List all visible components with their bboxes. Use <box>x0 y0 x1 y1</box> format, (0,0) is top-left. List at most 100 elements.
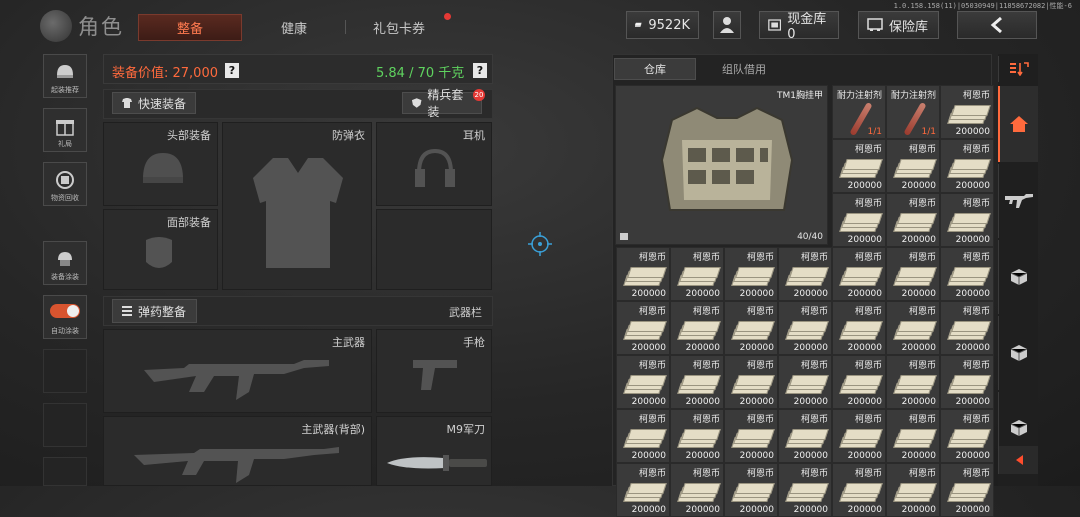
slot-primary-weapon[interactable]: 主武器 <box>103 329 372 413</box>
money-item[interactable]: 柯恩币 200000 <box>778 301 832 355</box>
vest-placeholder-icon <box>253 158 343 268</box>
cash-storage-button[interactable]: 现金库 0 <box>759 11 839 42</box>
quick-equip-button[interactable]: 快速装备 <box>112 92 196 114</box>
right-tab-box-1[interactable] <box>998 240 1038 314</box>
slot-face[interactable]: 面部装备 <box>103 209 218 290</box>
ammo-prep-button[interactable]: 弹药整备 <box>112 299 197 323</box>
money-item[interactable]: 柯恩币 200000 <box>670 247 724 301</box>
item-value: 200000 <box>847 343 882 353</box>
tab-health[interactable]: 健康 <box>250 14 338 41</box>
money-item[interactable]: 柯恩币 200000 <box>940 85 994 139</box>
money-item[interactable]: 柯恩币 200000 <box>886 247 940 301</box>
money-item[interactable]: 柯恩币 200000 <box>940 463 994 517</box>
money-item[interactable]: 柯恩币 200000 <box>670 463 724 517</box>
money-item[interactable]: 柯恩币 200000 <box>616 463 670 517</box>
slot-primary-back[interactable]: 主武器(背部) <box>103 416 372 486</box>
money-item[interactable]: 柯恩币 200000 <box>832 355 886 409</box>
headset-placeholder-icon <box>415 148 455 187</box>
money-item[interactable]: 柯恩币 200000 <box>832 247 886 301</box>
cash-bundle-icon <box>893 211 937 232</box>
money-item[interactable]: 柯恩币 200000 <box>886 193 940 247</box>
money-item[interactable]: 柯恩币 200000 <box>670 301 724 355</box>
money-item[interactable]: 柯恩币 200000 <box>670 409 724 463</box>
syringe-item[interactable]: 耐力注射剂 1/1 <box>886 85 940 139</box>
money-item[interactable]: 柯恩币 200000 <box>670 355 724 409</box>
money-item[interactable]: 柯恩币 200000 <box>940 409 994 463</box>
cash-bundle-icon <box>623 481 667 502</box>
back-button[interactable] <box>957 11 1037 39</box>
money-item[interactable]: 柯恩币 200000 <box>778 463 832 517</box>
slot-armor[interactable]: 防弹衣 <box>222 122 372 290</box>
sidebar-item-auto-paint[interactable]: 自动涂装 <box>43 295 87 339</box>
money-item[interactable]: 柯恩币 200000 <box>616 247 670 301</box>
item-name: 柯恩币 <box>854 415 882 425</box>
item-value: 200000 <box>955 181 990 191</box>
money-item[interactable]: 柯恩币 200000 <box>832 409 886 463</box>
sidebar-item-gifts[interactable]: 礼局 <box>43 108 87 152</box>
money-item[interactable]: 柯恩币 200000 <box>832 463 886 517</box>
sidebar-item-equip-paint[interactable]: 装备涂装 <box>43 241 87 285</box>
item-value: 200000 <box>793 505 828 515</box>
collapse-button[interactable] <box>998 446 1038 474</box>
money-item[interactable]: 柯恩币 200000 <box>940 247 994 301</box>
money-item[interactable]: 柯恩币 200000 <box>940 193 994 247</box>
money-item[interactable]: 柯恩币 200000 <box>724 463 778 517</box>
elite-kit-button[interactable]: 精兵套装 <box>402 88 482 119</box>
slot-pistol[interactable]: 手枪 <box>376 329 492 413</box>
money-item[interactable]: 柯恩币 200000 <box>886 463 940 517</box>
money-item[interactable]: 柯恩币 200000 <box>778 247 832 301</box>
tab-equip[interactable]: 整备 <box>138 14 242 41</box>
trader-button[interactable] <box>713 11 741 39</box>
money-item[interactable]: 柯恩币 200000 <box>778 355 832 409</box>
money-item[interactable]: 柯恩币 200000 <box>724 247 778 301</box>
crosshair-icon[interactable] <box>528 232 552 256</box>
sidebar-item-recycle[interactable]: 物资回收 <box>43 162 87 206</box>
money-item[interactable]: 柯恩币 200000 <box>778 409 832 463</box>
box-icon <box>1010 345 1027 361</box>
slot-melee[interactable]: M9军刀 <box>376 416 492 486</box>
right-tab-home[interactable] <box>998 86 1038 162</box>
rig-item[interactable]: TM1胸挂甲 40/40 <box>615 85 828 245</box>
money-item[interactable]: 柯恩币 200000 <box>724 355 778 409</box>
money-item[interactable]: 柯恩币 200000 <box>940 355 994 409</box>
item-value: 200000 <box>631 505 666 515</box>
money-item[interactable]: 柯恩币 200000 <box>616 355 670 409</box>
cash-bundle-icon <box>785 319 829 340</box>
sidebar-item-loadout-recommend[interactable]: 起装推荐 <box>43 54 87 98</box>
money-item[interactable]: 柯恩币 200000 <box>832 139 886 193</box>
right-tab-box-2[interactable] <box>998 316 1038 390</box>
money-item[interactable]: 柯恩币 200000 <box>886 355 940 409</box>
money-item[interactable]: 柯恩币 200000 <box>886 409 940 463</box>
money-item[interactable]: 柯恩币 200000 <box>886 139 940 193</box>
equipment-value-help-icon[interactable]: ? <box>225 63 239 78</box>
money-item[interactable]: 柯恩币 200000 <box>724 301 778 355</box>
money-item[interactable]: 柯恩币 200000 <box>940 301 994 355</box>
item-name: 柯恩币 <box>908 469 936 479</box>
inventory-tab-team-borrow[interactable]: 组队借用 <box>700 58 788 80</box>
tab-gift-coupons[interactable]: 礼包卡券 <box>352 14 446 41</box>
money-item[interactable]: 柯恩币 200000 <box>724 409 778 463</box>
money-item[interactable]: 柯恩币 200000 <box>616 409 670 463</box>
item-name: 柯恩币 <box>962 145 990 155</box>
cash-bundle-icon <box>893 373 937 394</box>
money-item[interactable]: 柯恩币 200000 <box>940 139 994 193</box>
money-item[interactable]: 柯恩币 200000 <box>616 301 670 355</box>
cash-bundle-icon <box>623 265 667 286</box>
sort-button[interactable] <box>998 56 1038 82</box>
slot-headset[interactable]: 耳机 <box>376 122 492 206</box>
inventory-tab-warehouse[interactable]: 仓库 <box>614 58 696 80</box>
item-value: 200000 <box>793 343 828 353</box>
auto-paint-toggle[interactable] <box>50 304 80 318</box>
money-item[interactable]: 柯恩币 200000 <box>832 193 886 247</box>
currency-display[interactable]: 9522K <box>626 11 699 39</box>
slot-head[interactable]: 头部装备 <box>103 122 218 206</box>
item-value: 200000 <box>631 289 666 299</box>
weight-help-icon[interactable]: ? <box>473 63 487 78</box>
syringe-item[interactable]: 耐力注射剂 1/1 <box>832 85 886 139</box>
vault-button[interactable]: 保险库 <box>858 11 939 39</box>
item-name: 柯恩币 <box>962 199 990 209</box>
right-tab-weapons[interactable] <box>998 164 1038 238</box>
cash-bundle-icon <box>893 265 937 286</box>
money-item[interactable]: 柯恩币 200000 <box>832 301 886 355</box>
money-item[interactable]: 柯恩币 200000 <box>886 301 940 355</box>
